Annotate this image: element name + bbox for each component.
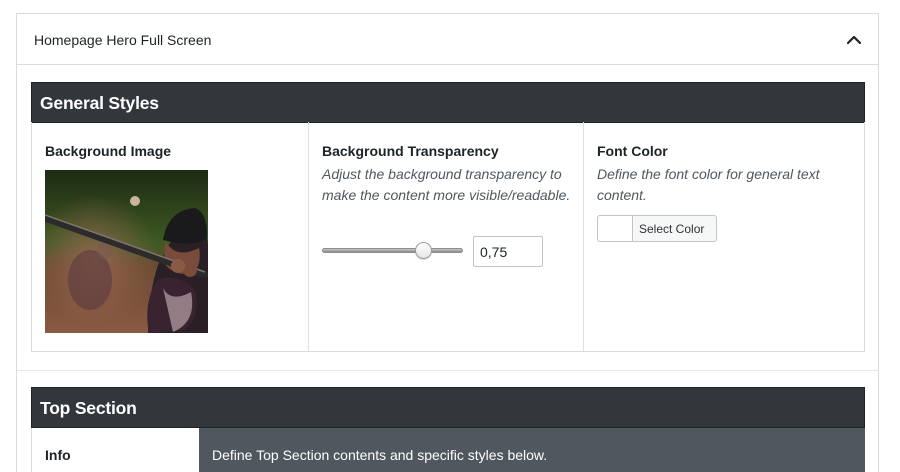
- general-styles-title: General Styles: [40, 93, 159, 113]
- select-color-label: Select Color: [639, 222, 705, 236]
- select-color-button[interactable]: Select Color: [597, 215, 717, 242]
- color-swatch: [598, 216, 633, 241]
- info-value-cell: Define Top Section contents and specific…: [199, 428, 865, 472]
- background-image-preview[interactable]: [45, 170, 208, 333]
- panel-header[interactable]: Homepage Hero Full Screen: [17, 14, 878, 65]
- chevron-up-icon[interactable]: [840, 26, 868, 54]
- transparency-slider[interactable]: [322, 242, 463, 259]
- info-label: Info: [45, 447, 71, 463]
- top-section-header: Top Section: [31, 387, 865, 428]
- info-text: Define Top Section contents and specific…: [212, 447, 548, 463]
- font-color-field: Font Color Define the font color for gen…: [583, 122, 865, 351]
- info-row: Info Define Top Section contents and spe…: [31, 428, 865, 472]
- background-transparency-description: Adjust the background transparency to ma…: [322, 166, 571, 203]
- slider-track: [322, 248, 463, 253]
- font-color-description: Define the font color for general text c…: [597, 166, 820, 203]
- background-image-field: Background Image: [32, 122, 308, 351]
- background-transparency-label: Background Transparency: [322, 143, 499, 159]
- section-divider: [17, 370, 878, 371]
- background-transparency-field: Background Transparency Adjust the backg…: [308, 122, 583, 351]
- general-styles-header: General Styles: [31, 82, 865, 123]
- font-color-label: Font Color: [597, 143, 668, 159]
- info-label-cell: Info: [32, 428, 199, 472]
- transparency-value-input[interactable]: [473, 236, 543, 267]
- slider-thumb[interactable]: [415, 242, 432, 259]
- general-styles-grid: Background Image Background Transparency…: [31, 122, 865, 352]
- top-section-title: Top Section: [40, 398, 137, 418]
- background-image-label: Background Image: [45, 143, 172, 159]
- panel-title: Homepage Hero Full Screen: [34, 32, 212, 48]
